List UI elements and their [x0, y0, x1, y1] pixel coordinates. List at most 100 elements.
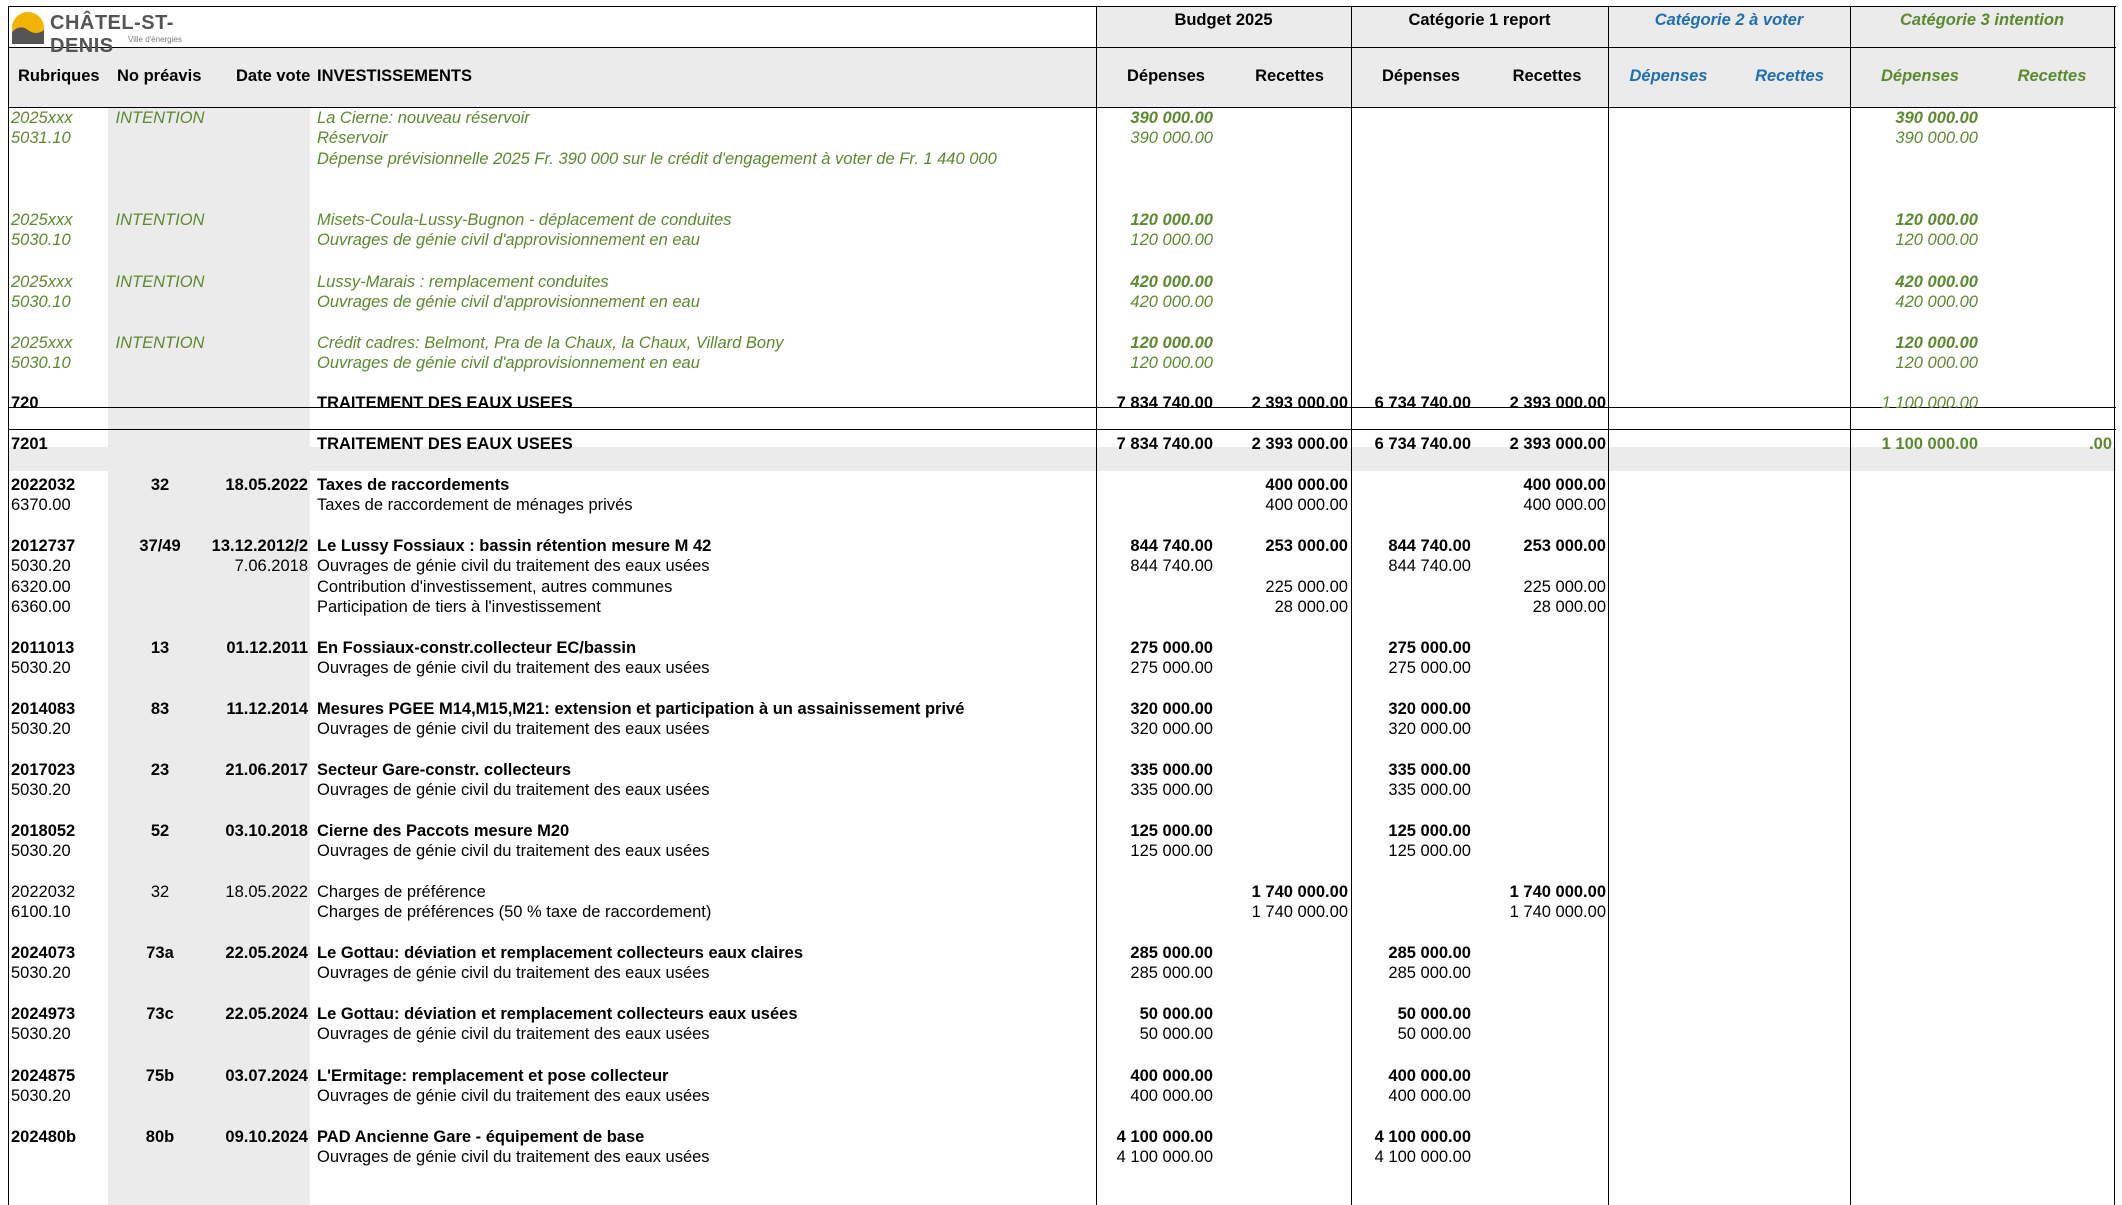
- description: TRAITEMENT DES EAUX USEES: [317, 394, 573, 412]
- budget-depenses: 120 000.00: [1130, 354, 1213, 372]
- budget-depenses: 320 000.00: [1130, 700, 1213, 718]
- budget-depenses: 285 000.00: [1130, 964, 1213, 982]
- cat3-depenses: 420 000.00: [1895, 293, 1978, 311]
- description: La Cierne: nouveau réservoir: [317, 109, 530, 127]
- budget-recettes: 253 000.00: [1265, 537, 1348, 555]
- no-preavis: 37/49: [139, 537, 181, 555]
- cat1-recettes: 400 000.00: [1523, 496, 1606, 514]
- budget-recettes: 1 740 000.00: [1251, 903, 1348, 921]
- no-preavis: 13: [150, 639, 170, 657]
- rubrique: 2025xxx: [11, 211, 73, 229]
- date-vote: 18.05.2022: [225, 476, 308, 494]
- cat1-recettes: 28 000.00: [1532, 598, 1606, 616]
- no-preavis: 52: [150, 822, 170, 840]
- cat1-recettes: 1 740 000.00: [1509, 883, 1606, 901]
- budget-recettes: 225 000.00: [1265, 578, 1348, 596]
- description: Ouvrages de génie civil d'approvisionnem…: [317, 231, 700, 249]
- budget-recettes: 1 740 000.00: [1251, 883, 1348, 901]
- rubrique: 5030.20: [11, 964, 71, 982]
- no-preavis: 80b: [145, 1128, 175, 1146]
- budget-depenses: 120 000.00: [1130, 211, 1213, 229]
- description: PAD Ancienne Gare - équipement de base: [317, 1128, 645, 1146]
- description: Ouvrages de génie civil du traitement de…: [317, 1025, 710, 1043]
- left-border: [8, 6, 9, 1205]
- description: Ouvrages de génie civil du traitement de…: [317, 557, 710, 575]
- date-vote: 21.06.2017: [225, 761, 308, 779]
- cat1-depenses: 6 734 740.00: [1374, 435, 1471, 453]
- budget-recettes: 400 000.00: [1265, 476, 1348, 494]
- cat3-depenses: 120 000.00: [1895, 334, 1978, 352]
- description: L'Ermitage: remplacement et pose collect…: [317, 1067, 669, 1085]
- header-budget-recettes: Recettes: [1255, 67, 1324, 85]
- description: Ouvrages de génie civil d'approvisionnem…: [317, 293, 700, 311]
- header-cat1-depenses: Dépenses: [1382, 67, 1460, 85]
- budget-depenses: 50 000.00: [1139, 1025, 1213, 1043]
- no-preavis: INTENTION: [115, 211, 205, 229]
- budget-depenses: 320 000.00: [1130, 720, 1213, 738]
- date-vote: 11.12.2014: [226, 700, 308, 718]
- budget-sheet: CHÂTEL-ST-DENIS Ville d'énergies Budget …: [8, 6, 2116, 1205]
- budget-recettes: 2 393 000.00: [1251, 394, 1348, 412]
- rubrique: 5030.10: [11, 231, 71, 249]
- date-vote: 03.07.2024: [225, 1067, 308, 1085]
- rubrique: 5030.20: [11, 842, 71, 860]
- rubrique: 720: [11, 394, 39, 412]
- no-preavis: 83: [150, 700, 170, 718]
- cat1-depenses: 285 000.00: [1388, 964, 1471, 982]
- header-cat2-recettes: Recettes: [1755, 67, 1824, 85]
- rubrique: 2012737: [11, 537, 76, 555]
- rubrique: 5030.20: [11, 781, 71, 799]
- cat3-depenses: 1 100 000.00: [1881, 394, 1978, 412]
- description: Charges de préférence: [317, 883, 486, 901]
- description: Cierne des Paccots mesure M20: [317, 822, 570, 840]
- cat3-depenses: 120 000.00: [1895, 354, 1978, 372]
- budget-depenses: 335 000.00: [1130, 761, 1213, 779]
- rubrique: 5030.20: [11, 1087, 71, 1105]
- budget-depenses: 125 000.00: [1130, 822, 1213, 840]
- cat1-depenses: 844 740.00: [1388, 537, 1471, 555]
- budget-depenses: 420 000.00: [1130, 273, 1213, 291]
- budget-depenses: 420 000.00: [1130, 293, 1213, 311]
- header-rule-1: [8, 47, 2116, 48]
- header-rubriques: Rubriques: [18, 67, 100, 85]
- budget-depenses: 400 000.00: [1130, 1087, 1213, 1105]
- cat1-recettes: 225 000.00: [1523, 578, 1606, 596]
- budget-depenses: 120 000.00: [1130, 231, 1213, 249]
- no-preavis: 32: [150, 476, 170, 494]
- col-cat2-border: [1608, 6, 1609, 1205]
- description: Participation de tiers à l'investissemen…: [317, 598, 601, 616]
- cat1-depenses: 400 000.00: [1388, 1067, 1471, 1085]
- cat1-depenses: 50 000.00: [1397, 1005, 1471, 1023]
- rubrique: 2025xxx: [11, 109, 73, 127]
- cat1-depenses: 285 000.00: [1388, 944, 1471, 962]
- budget-depenses: 844 740.00: [1130, 557, 1213, 575]
- no-preavis: 32: [150, 883, 170, 901]
- cat3-depenses: 1 100 000.00: [1881, 435, 1978, 453]
- rubrique: 2022032: [11, 883, 76, 901]
- budget-depenses: 275 000.00: [1130, 639, 1213, 657]
- col-cat3-border: [1850, 6, 1851, 1205]
- date-vote: 18.05.2022: [225, 883, 308, 901]
- description: Taxes de raccordements: [317, 476, 510, 494]
- rubrique: 6370.00: [11, 496, 71, 514]
- budget-depenses: 125 000.00: [1130, 842, 1213, 860]
- no-preavis: 73c: [146, 1005, 174, 1023]
- rubrique: 2025xxx: [11, 334, 73, 352]
- cat1-depenses: 125 000.00: [1388, 842, 1471, 860]
- cat1-depenses: 335 000.00: [1388, 781, 1471, 799]
- col-cat1-border: [1351, 6, 1352, 1205]
- rubrique: 2024073: [11, 944, 76, 962]
- rubrique: 6360.00: [11, 598, 71, 616]
- rubrique: 5030.20: [11, 720, 71, 738]
- header-cat1: Catégorie 1 report: [1408, 11, 1551, 29]
- budget-recettes: 2 393 000.00: [1251, 435, 1348, 453]
- header-budget-2025: Budget 2025: [1174, 11, 1273, 29]
- description: Réservoir: [317, 129, 388, 147]
- cat1-depenses: 50 000.00: [1397, 1025, 1471, 1043]
- budget-depenses: 390 000.00: [1130, 129, 1213, 147]
- rubrique: 6320.00: [11, 578, 71, 596]
- header-no-preavis: No préavis: [117, 67, 202, 85]
- cat1-recettes: 2 393 000.00: [1509, 435, 1606, 453]
- description: Misets-Coula-Lussy-Bugnon - déplacement …: [317, 211, 732, 229]
- header-investissements: INVESTISSEMENTS: [317, 67, 472, 85]
